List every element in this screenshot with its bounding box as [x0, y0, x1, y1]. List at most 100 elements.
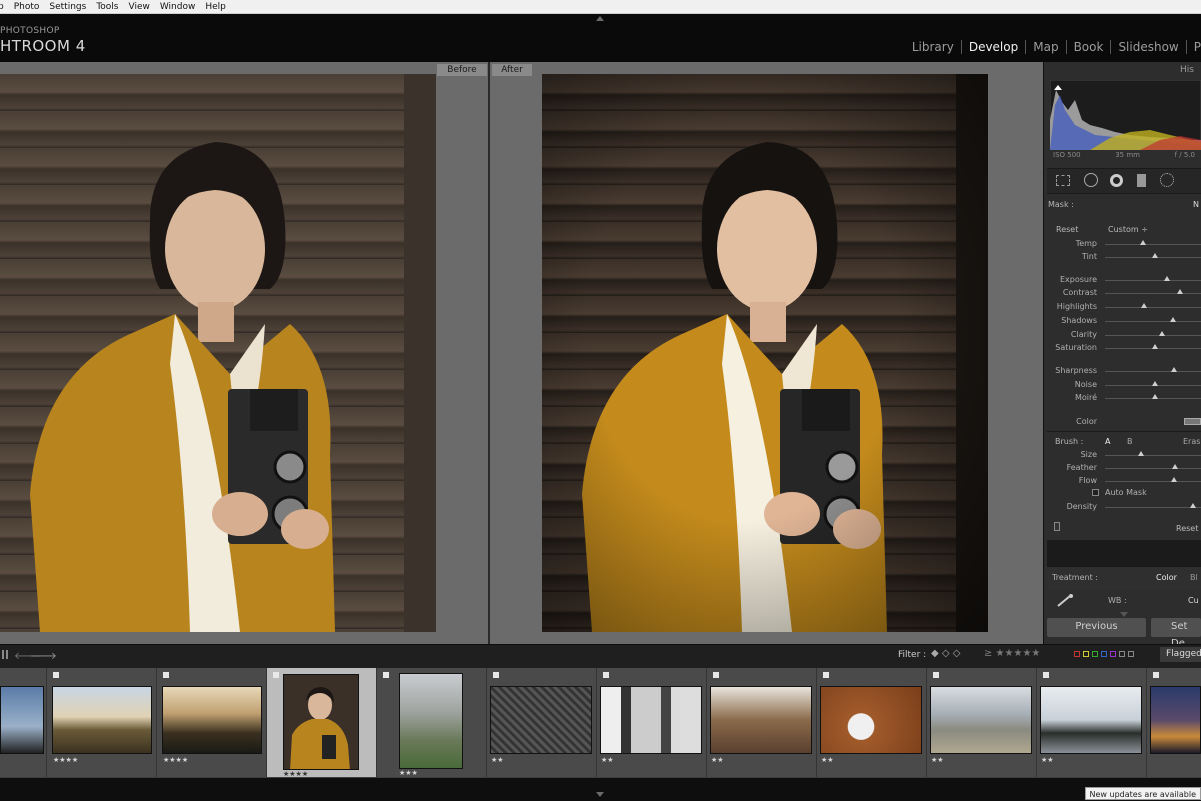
slider-thumb[interactable]	[1151, 253, 1158, 258]
thumbnail[interactable]	[1150, 686, 1201, 754]
module-map[interactable]: Map	[1026, 40, 1067, 54]
menu-view[interactable]: View	[124, 2, 155, 12]
slider-track[interactable]	[1105, 307, 1201, 308]
thumbnail[interactable]	[162, 686, 262, 754]
module-book[interactable]: Book	[1067, 40, 1112, 54]
thumb-checkbox[interactable]	[1043, 672, 1049, 678]
before-photo[interactable]	[0, 74, 436, 632]
effect-preset-dropdown[interactable]: Custom ÷	[1108, 225, 1148, 234]
slider-track[interactable]	[1105, 280, 1201, 281]
thumb-checkbox[interactable]	[933, 672, 939, 678]
wb-dropdown[interactable]: Cu	[1188, 596, 1199, 605]
menu-help[interactable]: Help	[200, 2, 231, 12]
flag-filter-icon[interactable]: ◆ ◇ ◇	[931, 648, 960, 659]
slider-thumb[interactable]	[1158, 331, 1165, 336]
module-slideshow[interactable]: Slideshow	[1111, 40, 1187, 54]
density-thumb[interactable]	[1190, 503, 1197, 508]
filmstrip-cell[interactable]: ★★★★	[157, 668, 267, 777]
collapse-top-panel-icon[interactable]	[596, 16, 604, 21]
brush-slider-track[interactable]	[1105, 455, 1201, 456]
thumb-checkbox[interactable]	[493, 672, 499, 678]
forward-arrow-icon[interactable]: 🡒	[30, 650, 57, 662]
filter-preset-dropdown[interactable]: Flagged	[1160, 647, 1201, 662]
brush-b-tab[interactable]: B	[1127, 437, 1133, 446]
menu-window[interactable]: Window	[155, 2, 201, 12]
slider-thumb[interactable]	[1140, 240, 1147, 245]
slider-thumb[interactable]	[1151, 394, 1158, 399]
custom-label-icon[interactable]	[1128, 651, 1134, 657]
treatment-bw-option[interactable]: Bl	[1190, 573, 1198, 582]
reset-button[interactable]: Reset	[1176, 524, 1198, 533]
thumb-checkbox[interactable]	[1153, 672, 1159, 678]
module-library[interactable]: Library	[905, 40, 962, 54]
grid-view-icon[interactable]	[2, 650, 8, 659]
color-swatch[interactable]	[1184, 418, 1201, 425]
collapse-filmstrip-icon[interactable]	[596, 792, 604, 797]
rating-filter[interactable]: ≥ ★★★★★	[984, 648, 1040, 659]
thumb-checkbox[interactable]	[163, 672, 169, 678]
yellow-label-icon[interactable]	[1083, 651, 1089, 657]
filmstrip-cell[interactable]: ★★	[597, 668, 707, 777]
spot-removal-icon[interactable]	[1084, 173, 1098, 187]
menu-tools[interactable]: Tools	[91, 2, 123, 12]
red-label-icon[interactable]	[1074, 651, 1080, 657]
thumb-checkbox[interactable]	[383, 672, 389, 678]
panel-scroll-icon[interactable]	[1120, 612, 1128, 617]
slider-track[interactable]	[1105, 244, 1201, 245]
slider-thumb[interactable]	[1141, 303, 1148, 308]
gray-label-icon[interactable]	[1119, 651, 1125, 657]
mask-new-button[interactable]: N	[1193, 200, 1199, 209]
thumbnail[interactable]	[710, 686, 812, 754]
slider-track[interactable]	[1105, 321, 1201, 322]
auto-mask-checkbox[interactable]	[1092, 489, 1099, 496]
filmstrip-cell[interactable]: ★★	[817, 668, 927, 777]
module-develop[interactable]: Develop	[962, 40, 1027, 54]
filmstrip-cell[interactable]: ★★	[707, 668, 817, 777]
thumb-checkbox[interactable]	[603, 672, 609, 678]
treatment-color-option[interactable]: Color	[1156, 573, 1177, 582]
filmstrip-cell[interactable]: ★★	[487, 668, 597, 777]
set-default-button[interactable]: Set De	[1151, 618, 1201, 649]
module-print[interactable]: P	[1187, 40, 1201, 54]
adjustment-brush-icon[interactable]	[1160, 173, 1174, 187]
brush-slider-thumb[interactable]	[1137, 451, 1144, 456]
filmstrip-cell[interactable]: ★★	[927, 668, 1037, 777]
brush-a-tab[interactable]: A	[1105, 437, 1110, 446]
filmstrip-cell-selected[interactable]: ★★★★	[267, 668, 377, 778]
updates-notification[interactable]: New updates are available	[1084, 787, 1201, 800]
reset-label[interactable]: Reset	[1056, 225, 1078, 234]
slider-thumb[interactable]	[1151, 344, 1158, 349]
thumbnail[interactable]	[490, 686, 592, 754]
thumbnail[interactable]	[820, 686, 922, 754]
thumbnail-selected[interactable]	[283, 674, 359, 770]
menu-settings[interactable]: Settings	[44, 2, 91, 12]
brush-slider-thumb[interactable]	[1171, 477, 1178, 482]
slider-thumb[interactable]	[1170, 317, 1177, 322]
slider-thumb[interactable]	[1164, 276, 1171, 281]
filmstrip-cell[interactable]	[1147, 668, 1201, 777]
thumbnail[interactable]	[399, 673, 463, 769]
slider-track[interactable]	[1105, 371, 1201, 372]
thumbnail[interactable]	[930, 686, 1032, 754]
slider-track[interactable]	[1105, 293, 1201, 294]
purple-label-icon[interactable]	[1110, 651, 1116, 657]
thumbnail[interactable]	[52, 686, 152, 754]
brush-erase-tab[interactable]: Eras	[1183, 437, 1200, 446]
previous-button[interactable]: Previous	[1047, 618, 1146, 637]
slider-thumb[interactable]	[1171, 367, 1178, 372]
thumbnail[interactable]	[1040, 686, 1142, 754]
brush-slider-track[interactable]	[1105, 468, 1201, 469]
density-track[interactable]	[1105, 507, 1201, 508]
thumbnail[interactable]	[600, 686, 702, 754]
red-eye-icon[interactable]	[1110, 174, 1123, 187]
filmstrip-cell[interactable]	[0, 668, 47, 777]
thumbnail[interactable]	[0, 686, 44, 754]
thumb-checkbox[interactable]	[53, 672, 59, 678]
filmstrip-cell[interactable]: ★★★★	[47, 668, 157, 777]
menu-file[interactable]: p	[0, 2, 9, 12]
after-photo[interactable]	[542, 74, 988, 632]
slider-thumb[interactable]	[1176, 289, 1183, 294]
blue-label-icon[interactable]	[1101, 651, 1107, 657]
brush-slider-thumb[interactable]	[1172, 464, 1179, 469]
white-balance-eyedropper-icon[interactable]	[1055, 593, 1075, 607]
